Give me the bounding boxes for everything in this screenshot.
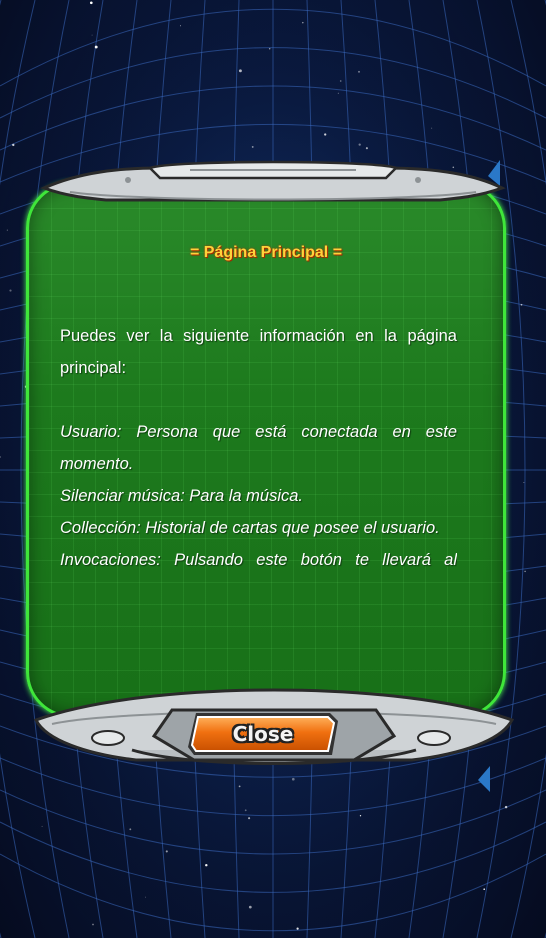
close-button[interactable]: Close (186, 711, 340, 757)
invocaciones-paragraph: Invocaciones: Pulsando este botón te lle… (60, 551, 457, 569)
intro-paragraph: Puedes ver la siguiente información en l… (60, 327, 457, 377)
close-button-label: Close (232, 722, 294, 746)
dialog-top-frame (40, 160, 506, 202)
silenciar-paragraph: Silenciar música: Para la música. (60, 487, 304, 505)
dialog-title: = Página Principal = (189, 244, 343, 261)
usuario-paragraph: Usuario: Persona que está conectada en e… (60, 423, 457, 473)
coleccion-paragraph: Collección: Historial de cartas que pose… (60, 519, 440, 537)
